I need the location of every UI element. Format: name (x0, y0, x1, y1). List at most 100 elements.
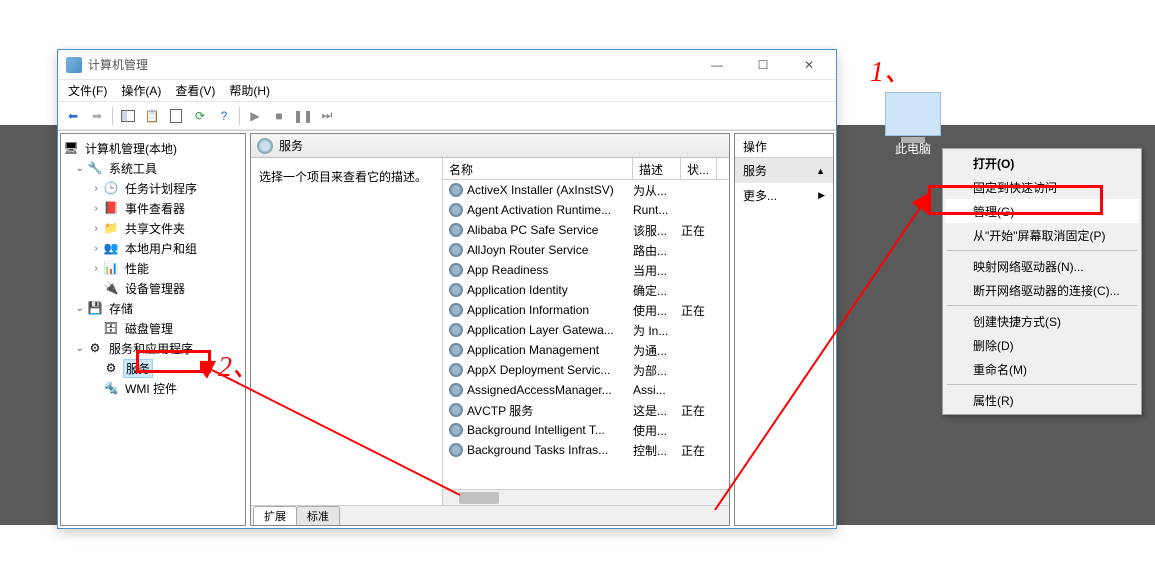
tree-event-viewer[interactable]: ›📕事件查看器 (63, 198, 243, 218)
tree-task-scheduler[interactable]: ›🕒任务计划程序 (63, 178, 243, 198)
service-desc: 确定... (633, 282, 681, 299)
gear-icon (449, 283, 463, 297)
minimize-button[interactable]: — (694, 51, 740, 79)
ctx-delete[interactable]: 删除(D) (945, 333, 1139, 357)
arrow-left-icon: ⬅ (68, 109, 78, 123)
ctx-map-drive[interactable]: 映射网络驱动器(N)... (945, 254, 1139, 278)
restart-button[interactable]: ⏭ (316, 105, 338, 127)
gear-icon (449, 423, 463, 437)
expand-icon[interactable]: › (89, 243, 103, 254)
description-panel: 选择一个项目来查看它的描述。 (251, 158, 443, 505)
action-more[interactable]: 更多... ▶ (735, 183, 833, 208)
service-name: Application Identity (467, 283, 568, 297)
service-row[interactable]: Application Information使用...正在 (443, 300, 729, 320)
gear-icon: ⚙ (103, 360, 119, 376)
help-icon: ? (221, 109, 228, 123)
tree-disk-management[interactable]: 🗄磁盘管理 (63, 318, 243, 338)
tab-standard[interactable]: 标准 (296, 506, 340, 525)
collapse-icon[interactable]: ⌄ (73, 163, 87, 174)
tree-wmi[interactable]: 🔩WMI 控件 (63, 378, 243, 398)
tab-extended[interactable]: 扩展 (253, 506, 297, 525)
expand-icon[interactable]: › (89, 203, 103, 214)
collapse-icon[interactable]: ⌄ (73, 343, 87, 354)
horizontal-scrollbar[interactable] (443, 489, 729, 505)
navigation-tree[interactable]: 🖥 计算机管理(本地) ⌄ 🔧 系统工具 ›🕒任务计划程序 ›📕事件查看器 ›📁… (60, 133, 246, 526)
play-button[interactable]: ▶ (244, 105, 266, 127)
tree-services[interactable]: ⚙服务 (63, 358, 243, 378)
col-name[interactable]: 名称 (443, 158, 633, 179)
close-button[interactable]: ✕ (786, 51, 832, 79)
col-status[interactable]: 状... (681, 158, 717, 179)
show-hide-button[interactable] (117, 105, 139, 127)
service-row[interactable]: Alibaba PC Safe Service该服...正在 (443, 220, 729, 240)
separator (947, 384, 1137, 385)
menu-view[interactable]: 查看(V) (169, 80, 221, 101)
refresh-button[interactable]: ⟳ (189, 105, 211, 127)
service-name: Agent Activation Runtime... (467, 203, 611, 217)
properties-button[interactable] (165, 105, 187, 127)
tree-system-tools[interactable]: ⌄ 🔧 系统工具 (63, 158, 243, 178)
annotation-label-1: 1、 (870, 50, 912, 90)
menu-file[interactable]: 文件(F) (62, 80, 113, 101)
ctx-pin-quick[interactable]: 固定到快速访问 (945, 175, 1139, 199)
services-list[interactable]: 名称 描述 状... ActiveX Installer (AxInstSV)为… (443, 158, 729, 505)
export-button[interactable]: 📋 (141, 105, 163, 127)
tree-shared-folders[interactable]: ›📁共享文件夹 (63, 218, 243, 238)
service-row[interactable]: App Readiness当用... (443, 260, 729, 280)
ctx-manage[interactable]: 管理(G) (945, 199, 1139, 223)
action-services[interactable]: 服务 ▲ (735, 158, 833, 183)
service-name: Application Information (467, 303, 589, 317)
service-row[interactable]: Application Management为通... (443, 340, 729, 360)
expand-icon[interactable]: › (89, 183, 103, 194)
tree-device-manager[interactable]: 🔌设备管理器 (63, 278, 243, 298)
ctx-properties[interactable]: 属性(R) (945, 388, 1139, 412)
service-row[interactable]: AssignedAccessManager...Assi... (443, 380, 729, 400)
gear-icon (449, 363, 463, 377)
pause-button[interactable]: ❚❚ (292, 105, 314, 127)
service-row[interactable]: Application Layer Gatewa...为 In... (443, 320, 729, 340)
ctx-disconnect-drive[interactable]: 断开网络驱动器的连接(C)... (945, 278, 1139, 302)
tree-root[interactable]: 🖥 计算机管理(本地) (63, 138, 243, 158)
forward-button[interactable]: ➡ (86, 105, 108, 127)
titlebar[interactable]: 计算机管理 — ☐ ✕ (58, 50, 836, 80)
stop-icon: ■ (275, 109, 282, 123)
tree-local-users[interactable]: ›👥本地用户和组 (63, 238, 243, 258)
service-row[interactable]: Background Intelligent T... 使用... (443, 420, 729, 440)
ctx-unpin-start[interactable]: 从"开始"屏幕取消固定(P) (945, 223, 1139, 247)
service-row[interactable]: Agent Activation Runtime...Runt... (443, 200, 729, 220)
collapse-icon[interactable]: ⌄ (73, 303, 87, 314)
menu-help[interactable]: 帮助(H) (223, 80, 276, 101)
service-row[interactable]: ActiveX Installer (AxInstSV)为从... (443, 180, 729, 200)
scrollbar-thumb[interactable] (459, 492, 499, 504)
this-pc-icon[interactable]: 此电脑 (878, 92, 948, 157)
ctx-rename[interactable]: 重命名(M) (945, 357, 1139, 381)
service-row[interactable]: Application Identity 确定... (443, 280, 729, 300)
gear-icon (449, 263, 463, 277)
service-name: ActiveX Installer (AxInstSV) (467, 183, 614, 197)
stop-button[interactable]: ■ (268, 105, 290, 127)
maximize-button[interactable]: ☐ (740, 51, 786, 79)
expand-icon[interactable]: › (89, 263, 103, 274)
expand-icon[interactable]: › (89, 223, 103, 234)
gear-icon (449, 243, 463, 257)
menu-action[interactable]: 操作(A) (115, 80, 167, 101)
ctx-open[interactable]: 打开(O) (945, 151, 1139, 175)
doc-icon (170, 109, 182, 123)
service-row[interactable]: Background Tasks Infras...控制...正在 (443, 440, 729, 460)
back-button[interactable]: ⬅ (62, 105, 84, 127)
window-title: 计算机管理 (88, 56, 694, 73)
clock-icon: 🕒 (103, 180, 119, 196)
service-name: Background Intelligent T... (467, 423, 605, 437)
ctx-shortcut[interactable]: 创建快捷方式(S) (945, 309, 1139, 333)
service-desc: 当用... (633, 262, 681, 279)
service-row[interactable]: AllJoyn Router Service路由... (443, 240, 729, 260)
service-row[interactable]: AVCTP 服务这是...正在 (443, 400, 729, 420)
tree-performance[interactable]: ›📊性能 (63, 258, 243, 278)
tree-storage[interactable]: ⌄💾存储 (63, 298, 243, 318)
service-row[interactable]: AppX Deployment Servic...为部... (443, 360, 729, 380)
help-button[interactable]: ? (213, 105, 235, 127)
col-desc[interactable]: 描述 (633, 158, 681, 179)
tree-services-apps[interactable]: ⌄⚙服务和应用程序 (63, 338, 243, 358)
service-desc: 使用... (633, 422, 681, 439)
gear-icon (449, 223, 463, 237)
